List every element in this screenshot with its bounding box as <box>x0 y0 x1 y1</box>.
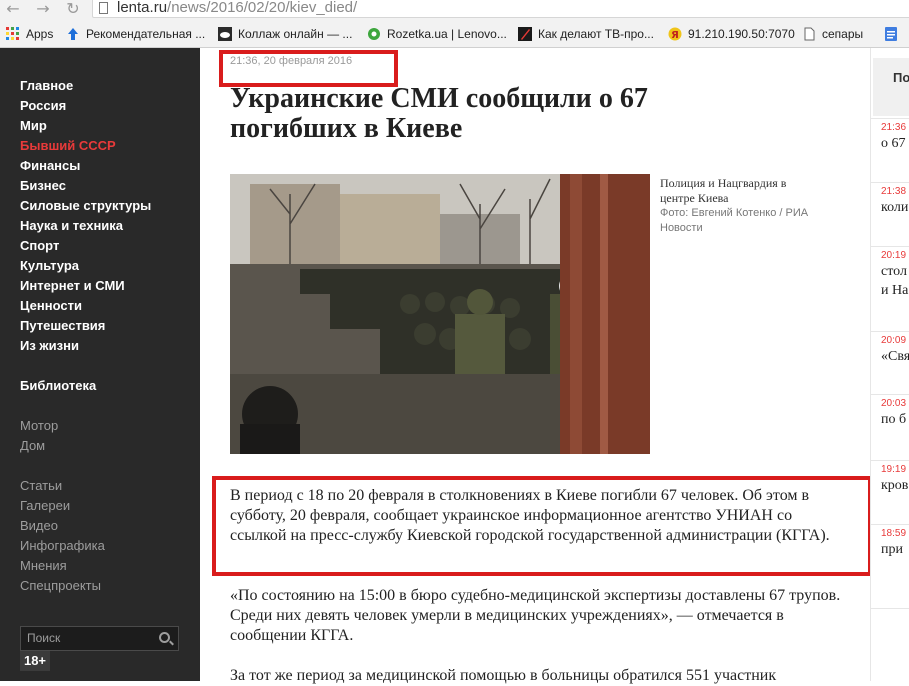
news-feed-item[interactable]: 19:19 кров <box>871 460 909 504</box>
police-crowd-photo <box>230 174 650 454</box>
timestamp-highlight-box <box>219 50 398 87</box>
nav-item-articles[interactable]: Статьи <box>20 478 62 493</box>
rozetka-icon <box>368 28 380 40</box>
docs-icon <box>885 27 897 41</box>
apps-grid-icon <box>6 27 19 40</box>
yandex-icon: Я <box>668 27 682 41</box>
nav-item-former-ussr[interactable]: Бывший СССР <box>20 138 116 153</box>
upload-arrow-icon <box>68 28 78 40</box>
bookmark-collage[interactable]: Коллаж онлайн — ... <box>218 26 352 42</box>
cloud-icon <box>218 27 232 41</box>
bookmark-apps[interactable]: Apps <box>6 26 53 42</box>
paragraph-highlight-box <box>212 476 872 576</box>
nav-item-science[interactable]: Наука и техника <box>20 218 123 233</box>
photo-caption: Полиция и Нацгвардия в центре Киева <box>660 176 787 205</box>
bookmark-tv[interactable]: Как делают ТВ-про... <box>518 26 654 42</box>
article-paragraph: За тот же период за медицинской помощью … <box>230 667 777 684</box>
nav-item-dom[interactable]: Дом <box>20 438 45 453</box>
nav-item-motor[interactable]: Мотор <box>20 418 58 433</box>
bookmark-ip[interactable]: Я 91.210.190.50:7070 <box>668 26 795 42</box>
nav-item-sport[interactable]: Спорт <box>20 238 59 253</box>
left-sidebar: Главное Россия Мир Бывший СССР Финансы Б… <box>0 48 200 681</box>
address-url[interactable]: lenta.ru/news/2016/02/20/kiev_died/ <box>117 0 357 16</box>
news-feed-item[interactable]: 21:36 о 67 <box>871 118 909 162</box>
page-icon <box>804 27 815 41</box>
address-bar[interactable]: lenta.ru/news/2016/02/20/kiev_died/ <box>92 0 909 18</box>
search-icon[interactable] <box>159 632 170 643</box>
nav-item-life[interactable]: Из жизни <box>20 338 79 353</box>
bookmark-docs[interactable] <box>884 26 904 42</box>
nav-item-opinions[interactable]: Мнения <box>20 558 67 573</box>
nav-item-security[interactable]: Силовые структуры <box>20 198 151 213</box>
svg-text:Я: Я <box>671 30 679 41</box>
bookmark-recommendation[interactable]: Рекомендательная ... <box>66 26 205 42</box>
nav-item-library[interactable]: Библиотека <box>20 378 96 393</box>
news-feed-item[interactable]: 20:19 стол и На <box>871 246 909 312</box>
right-column-header: По <box>873 58 909 116</box>
nav-item-business[interactable]: Бизнес <box>20 178 66 193</box>
nav-item-galleries[interactable]: Галереи <box>20 498 70 513</box>
search-input[interactable]: Поиск <box>20 626 179 651</box>
bookmark-separy[interactable]: сепары <box>802 26 863 42</box>
browser-toolbar: ← → ↻ lenta.ru/news/2016/02/20/kiev_died… <box>0 0 909 20</box>
nav-item-values[interactable]: Ценности <box>20 298 82 313</box>
nav-item-internet[interactable]: Интернет и СМИ <box>20 278 125 293</box>
article: 21:36, 20 февраля 2016 Украинские СМИ со… <box>200 48 870 684</box>
news-feed-item[interactable]: 21:38 коли <box>871 182 909 226</box>
nav-item-russia[interactable]: Россия <box>20 98 66 113</box>
forward-arrow-icon[interactable]: → <box>34 0 52 18</box>
article-paragraph: «По состоянию на 15:00 в бюро судебно-ме… <box>230 587 841 644</box>
pen-icon <box>518 27 532 41</box>
news-feed-item[interactable]: 18:59 при <box>871 524 909 568</box>
nav-item-main[interactable]: Главное <box>20 78 73 93</box>
right-column-divider <box>871 608 909 609</box>
news-feed-item[interactable]: 20:09 «Свя <box>871 331 909 375</box>
nav-item-world[interactable]: Мир <box>20 118 47 133</box>
back-arrow-icon[interactable]: ← <box>4 0 22 18</box>
nav-item-infographics[interactable]: Инфографика <box>20 538 105 553</box>
bookmark-rozetka[interactable]: Rozetka.ua | Lenovo... <box>367 26 507 42</box>
page-icon <box>99 2 108 14</box>
bookmarks-bar: Apps Рекомендательная ... Коллаж онлайн … <box>0 20 909 48</box>
nav-item-video[interactable]: Видео <box>20 518 58 533</box>
nav-item-culture[interactable]: Культура <box>20 258 79 273</box>
nav-item-finance[interactable]: Финансы <box>20 158 80 173</box>
nav-item-travel[interactable]: Путешествия <box>20 318 105 333</box>
right-news-column: По 21:36 о 67 21:38 коли 20:19 стол и На 20:… <box>870 48 909 681</box>
news-feed-item[interactable]: 20:03 по б <box>871 394 909 438</box>
photo-credit: Фото: Евгений Котенко / РИА Новости <box>660 207 809 234</box>
reload-icon[interactable]: ↻ <box>64 0 82 18</box>
nav-item-specprojects[interactable]: Спецпроекты <box>20 578 101 593</box>
article-photo <box>230 174 650 454</box>
article-title: Украинские СМИ сообщили о 67 погибших в … <box>230 83 648 144</box>
age-rating-badge: 18+ <box>20 651 50 671</box>
